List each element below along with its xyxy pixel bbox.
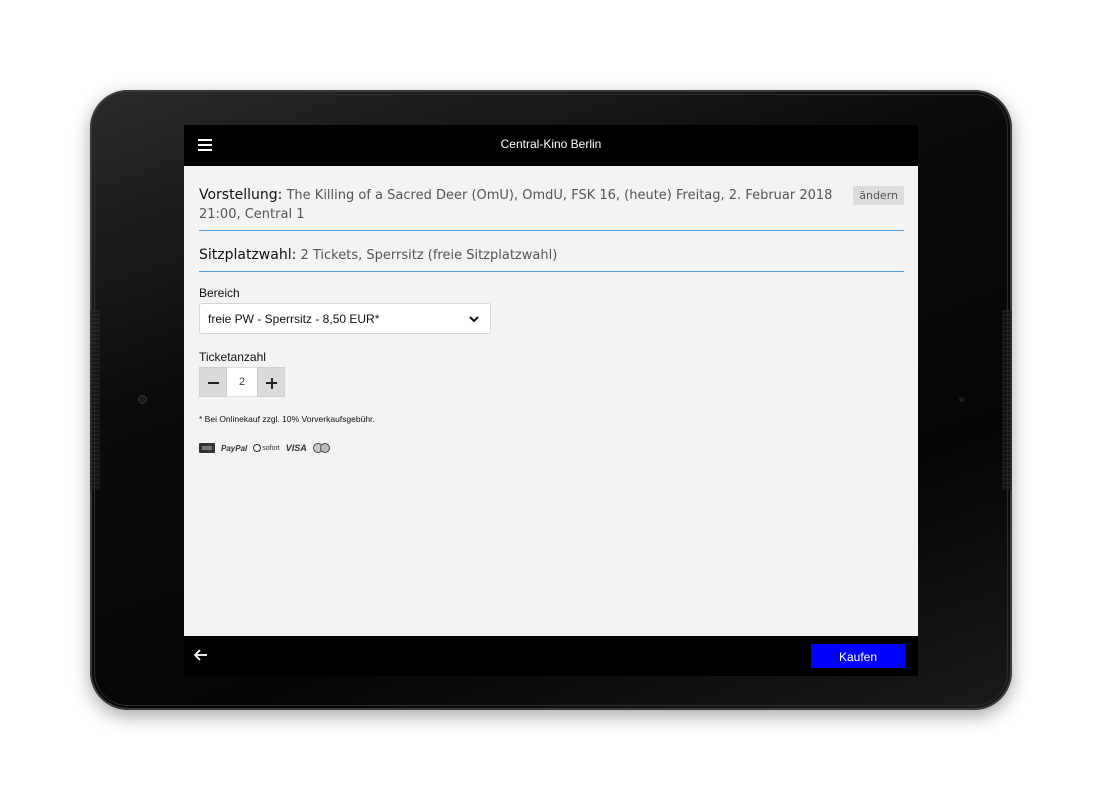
area-select[interactable]: freie PW - Sperrsitz - 8,50 EUR* <box>199 303 491 334</box>
decrease-tickets-button[interactable] <box>199 367 227 397</box>
tablet-side-button-left <box>90 310 100 490</box>
mastercard-icon <box>312 443 330 453</box>
tablet-side-button-right <box>1002 310 1012 490</box>
sofort-label: sofort <box>262 444 280 452</box>
bottom-bar: Kaufen <box>184 636 918 676</box>
seat-section: Sitzplatzwahl: 2 Tickets, Sperrsitz (fre… <box>199 231 904 272</box>
increase-tickets-button[interactable] <box>257 367 285 397</box>
plus-icon <box>270 377 273 389</box>
tablet-sensor <box>959 397 964 402</box>
area-select-value: freie PW - Sperrsitz - 8,50 EUR* <box>208 312 380 326</box>
area-label: Bereich <box>199 286 240 300</box>
seat-label: Sitzplatzwahl: <box>199 247 297 263</box>
card-payment-icon <box>199 443 215 453</box>
sofort-logo: sofort <box>253 444 280 452</box>
visa-logo: VISA <box>285 443 307 453</box>
show-section: Vorstellung: The Killing of a Sacred Dee… <box>199 166 904 231</box>
seat-details: 2 Tickets, Sperrsitz (freie Sitzplatzwah… <box>300 248 558 263</box>
paypal-logo: PayPal <box>221 443 248 453</box>
app-title: Central-Kino Berlin <box>500 137 602 151</box>
change-show-button[interactable]: ändern <box>853 186 904 205</box>
app-screen: Central-Kino Berlin Vorstellung: The Kil… <box>184 125 918 676</box>
app-bar: Central-Kino Berlin <box>184 125 918 166</box>
tablet-camera <box>138 395 147 404</box>
presale-fee-note: * Bei Onlinekauf zzgl. 10% Vorverkaufsge… <box>199 414 375 424</box>
sofort-circle-icon <box>253 444 262 452</box>
arrow-left-icon[interactable] <box>194 648 208 662</box>
minus-icon <box>208 382 219 384</box>
show-label: Vorstellung: <box>199 187 283 203</box>
buy-button[interactable]: Kaufen <box>811 644 905 668</box>
ticket-count-value[interactable]: 2 <box>227 367 257 397</box>
chevron-down-icon <box>469 316 479 323</box>
ticket-quantity-stepper: 2 <box>199 367 904 397</box>
show-details: The Killing of a Sacred Deer (OmU), OmdU… <box>199 188 833 222</box>
booking-form: Vorstellung: The Killing of a Sacred Dee… <box>199 166 904 454</box>
ticket-count-label: Ticketanzahl <box>199 350 266 364</box>
payment-methods: PayPal sofort VISA <box>199 442 904 454</box>
